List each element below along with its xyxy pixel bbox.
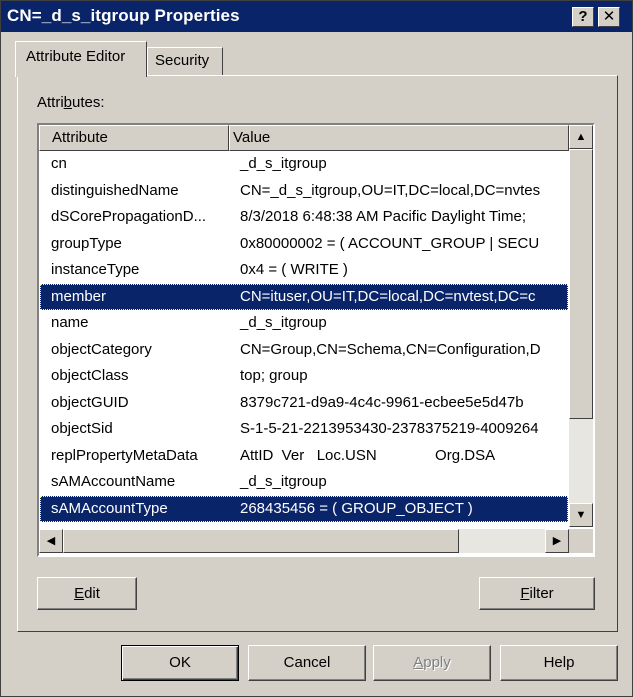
help-button[interactable]: Help [500,645,618,681]
edit-accel: E [74,585,85,602]
value-cell: 0x4 = ( WRITE ) [240,261,348,278]
table-row-selected[interactable]: sAMAccountType 268435456 = ( GROUP_OBJEC… [40,495,568,522]
scroll-right-icon[interactable]: ▶ [545,529,569,553]
value-cell: AttID Ver Loc.USN Org.DSA [240,446,496,464]
table-row[interactable]: objectSid S-1-5-21-2213953430-2378375219… [40,416,568,443]
column-header-attribute[interactable]: Attribute [39,125,229,151]
attribute-cell: instanceType [51,261,140,278]
list-header: Attribute Value [39,125,569,151]
cancel-button[interactable]: Cancel [248,645,366,681]
attributes-label-post: utes: [72,94,105,111]
value-cell: 0x80000002 = ( ACCOUNT_GROUP | SECU [240,234,540,252]
attributes-list[interactable]: Attribute Value cn _d_s_itgroup distingu… [37,123,595,557]
column-header-value[interactable]: Value [229,125,569,151]
value-cell: CN=_d_s_itgroup,OU=IT,DC=local,DC=nvtes [240,181,541,199]
attribute-cell: distinguishedName [51,181,179,199]
table-row[interactable]: instanceType 0x4 = ( WRITE ) [40,257,568,284]
scroll-left-icon[interactable]: ◀ [39,529,63,553]
tab-security[interactable]: Security [147,47,223,76]
scroll-corner [569,529,593,553]
value-cell: 8/3/2018 6:48:38 AM Pacific Daylight Tim… [240,208,526,225]
attribute-cell: objectCategory [51,340,152,358]
attribute-cell: cn [51,155,67,172]
value-cell: _d_s_itgroup [240,155,327,172]
value-cell: 268435456 = ( GROUP_OBJECT ) [240,499,473,517]
attribute-cell: groupType [51,234,122,252]
apply-label: pply [423,654,451,671]
help-icon[interactable]: ? [572,7,594,27]
value-cell: S-1-5-21-2213953430-2378375219-4009264 [240,420,539,437]
title-bar[interactable]: CN=_d_s_itgroup Properties ? ✕ [1,1,632,32]
table-row[interactable]: objectClass top; group [40,363,568,390]
edit-button[interactable]: Edit [37,577,137,610]
table-row[interactable]: distinguishedName CN=_d_s_itgroup,OU=IT,… [40,178,568,205]
attribute-cell: name [51,314,89,331]
attribute-cell: dSCorePropagationD... [51,208,207,225]
value-cell: _d_s_itgroup [240,314,327,331]
table-row-selected[interactable]: member CN=ituser,OU=IT,DC=local,DC=nvtes… [40,283,568,310]
vertical-scrollbar[interactable]: ▲ ▼ [569,125,593,527]
filter-button[interactable]: Filter [479,577,595,610]
attribute-cell: objectGUID [51,393,129,411]
close-icon[interactable]: ✕ [598,7,620,27]
tab-attribute-editor[interactable]: Attribute Editor [15,41,147,77]
horizontal-scrollbar[interactable]: ◀ ▶ [39,529,569,553]
table-row[interactable]: sAMAccountName _d_s_itgroup [40,469,568,496]
table-row[interactable]: cn _d_s_itgroup [40,151,568,178]
attribute-cell: member [51,287,107,305]
value-cell: _d_s_itgroup [240,473,327,490]
edit-label: dit [84,585,100,602]
apply-button[interactable]: Apply [373,645,491,681]
value-cell: CN=ituser,OU=IT,DC=local,DC=nvtest,DC=c [240,287,536,305]
properties-dialog: CN=_d_s_itgroup Properties ? ✕ Attribute… [0,0,633,697]
value-cell: top; group [240,367,308,384]
attribute-cell: sAMAccountName [51,473,176,490]
attributes-label-pre: Attri [37,94,64,111]
vertical-scroll-thumb[interactable] [569,149,593,419]
attributes-label: Attributes: [37,94,105,111]
attribute-cell: objectClass [51,367,129,384]
table-row[interactable]: groupType 0x80000002 = ( ACCOUNT_GROUP |… [40,231,568,258]
ok-button[interactable]: OK [121,645,239,681]
filter-label: ilter [529,585,554,602]
apply-accel: A [413,654,424,671]
attribute-cell: objectSid [51,420,113,437]
attribute-cell: sAMAccountType [51,499,168,517]
table-row[interactable]: objectGUID 8379c721-d9a9-4c4c-9961-ecbee… [40,390,568,417]
attribute-cell: replPropertyMetaData [51,446,198,464]
value-cell: CN=Group,CN=Schema,CN=Configuration,D [240,340,541,358]
horizontal-scroll-thumb[interactable] [63,529,459,553]
window-title: CN=_d_s_itgroup Properties [7,6,240,25]
table-row[interactable]: objectCategory CN=Group,CN=Schema,CN=Con… [40,337,568,364]
scroll-down-icon[interactable]: ▼ [569,503,593,527]
scroll-up-icon[interactable]: ▲ [569,125,593,149]
value-cell: 8379c721-d9a9-4c4c-9961-ecbee5e5d47b [240,393,524,411]
filter-accel: F [520,585,530,602]
attributes-label-accel: b [63,94,73,111]
table-row[interactable]: replPropertyMetaData AttID Ver Loc.USN O… [40,443,568,470]
table-row[interactable]: name _d_s_itgroup [40,310,568,337]
table-row[interactable]: dSCorePropagationD... 8/3/2018 6:48:38 A… [40,204,568,231]
